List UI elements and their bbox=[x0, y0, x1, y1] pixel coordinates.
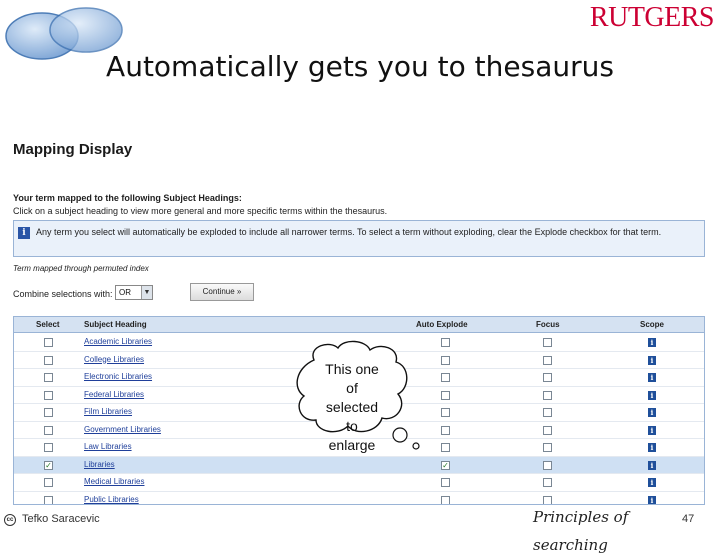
explode-checkbox[interactable] bbox=[441, 478, 450, 487]
focus-checkbox[interactable] bbox=[543, 478, 552, 487]
callout-text: This one of selected to enlarge bbox=[300, 360, 404, 455]
scope-info-icon[interactable]: i bbox=[648, 478, 656, 487]
column-select: Select bbox=[36, 320, 60, 329]
explode-checkbox[interactable] bbox=[441, 390, 450, 400]
scope-info-icon[interactable]: i bbox=[648, 373, 656, 382]
column-subject-heading: Subject Heading bbox=[84, 320, 147, 329]
callout-line: to bbox=[346, 418, 358, 434]
info-icon: i bbox=[18, 227, 30, 239]
mapped-heading: Your term mapped to the following Subjec… bbox=[13, 193, 242, 203]
select-checkbox[interactable] bbox=[44, 373, 53, 382]
combine-select-value: OR bbox=[119, 288, 131, 297]
subject-heading-link[interactable]: College Libraries bbox=[84, 355, 144, 364]
select-checkbox[interactable]: ✓ bbox=[44, 460, 53, 470]
focus-checkbox[interactable] bbox=[543, 390, 552, 400]
focus-checkbox[interactable] bbox=[543, 425, 552, 435]
page-number: 47 bbox=[682, 513, 695, 525]
callout-line: of bbox=[346, 380, 358, 396]
focus-checkbox[interactable] bbox=[543, 373, 552, 382]
table-row: ✓ Libraries ✓ i bbox=[14, 456, 704, 474]
permuted-index-note: Term mapped through permuted index bbox=[13, 264, 149, 273]
explode-checkbox[interactable] bbox=[441, 495, 450, 504]
callout-line: This one bbox=[325, 361, 379, 377]
select-checkbox[interactable] bbox=[44, 408, 53, 417]
focus-checkbox[interactable] bbox=[543, 338, 552, 347]
rutgers-logo: RUTGERS bbox=[589, 2, 715, 33]
subject-heading-link[interactable]: Government Libraries bbox=[84, 425, 161, 434]
callout-line: enlarge bbox=[328, 437, 376, 453]
column-focus: Focus bbox=[536, 320, 560, 329]
footer-author: Tefko Saracevic bbox=[22, 513, 100, 525]
explode-checkbox[interactable]: ✓ bbox=[441, 460, 450, 470]
combine-label: Combine selections with: bbox=[13, 289, 113, 299]
scope-info-icon[interactable]: i bbox=[648, 390, 656, 400]
table-header: Select Subject Heading Auto Explode Focu… bbox=[14, 317, 704, 333]
subject-heading-link[interactable]: Academic Libraries bbox=[84, 337, 152, 346]
select-checkbox[interactable] bbox=[44, 478, 53, 487]
subject-heading-link[interactable]: Federal Libraries bbox=[84, 390, 144, 399]
subject-heading-link[interactable]: Law Libraries bbox=[84, 442, 132, 451]
column-auto-explode: Auto Explode bbox=[416, 320, 468, 329]
explode-checkbox[interactable] bbox=[441, 443, 450, 452]
creative-commons-icon: cc bbox=[4, 514, 16, 526]
column-scope: Scope bbox=[640, 320, 665, 329]
mapping-display-title: Mapping Display bbox=[13, 141, 133, 158]
chevron-down-icon[interactable]: ▼ bbox=[141, 286, 152, 299]
scope-info-icon[interactable]: i bbox=[648, 460, 656, 470]
explode-checkbox[interactable] bbox=[441, 425, 450, 435]
explode-checkbox[interactable] bbox=[441, 408, 450, 417]
select-checkbox[interactable] bbox=[44, 425, 53, 435]
callout-line: selected bbox=[325, 399, 379, 415]
subject-heading-link[interactable]: Electronic Libraries bbox=[84, 372, 152, 381]
select-checkbox[interactable] bbox=[44, 390, 53, 400]
focus-checkbox[interactable] bbox=[543, 408, 552, 417]
subject-heading-link[interactable]: Libraries bbox=[84, 460, 115, 469]
combine-select[interactable]: OR ▼ bbox=[115, 285, 153, 300]
focus-checkbox[interactable] bbox=[543, 355, 552, 365]
scope-info-icon[interactable]: i bbox=[648, 408, 656, 417]
explode-checkbox[interactable] bbox=[441, 355, 450, 365]
table-row: Medical Libraries i bbox=[14, 474, 704, 492]
explode-checkbox[interactable] bbox=[441, 373, 450, 382]
select-checkbox[interactable] bbox=[44, 495, 53, 504]
select-checkbox[interactable] bbox=[44, 355, 53, 365]
continue-button[interactable]: Continue » bbox=[190, 283, 254, 301]
mapped-instructions: Click on a subject heading to view more … bbox=[13, 206, 388, 216]
scope-info-icon[interactable]: i bbox=[648, 338, 656, 347]
explode-info-text: Any term you select will automatically b… bbox=[36, 227, 662, 237]
subject-heading-link[interactable]: Medical Libraries bbox=[84, 477, 144, 486]
explode-checkbox[interactable] bbox=[441, 338, 450, 347]
focus-checkbox[interactable] bbox=[543, 443, 552, 452]
scope-info-icon[interactable]: i bbox=[648, 443, 656, 452]
select-checkbox[interactable] bbox=[44, 338, 53, 347]
scope-info-icon[interactable]: i bbox=[648, 425, 656, 435]
scope-info-icon[interactable]: i bbox=[648, 355, 656, 365]
footer-brand: Principles of searching bbox=[533, 508, 629, 554]
subject-heading-link[interactable]: Public Libraries bbox=[84, 495, 139, 504]
subject-heading-link[interactable]: Film Libraries bbox=[84, 407, 132, 416]
select-checkbox[interactable] bbox=[44, 443, 53, 452]
explode-info-box: i Any term you select will automatically… bbox=[13, 220, 705, 257]
slide-title: Automatically gets you to thesaurus bbox=[106, 50, 614, 83]
focus-checkbox[interactable] bbox=[543, 460, 552, 470]
